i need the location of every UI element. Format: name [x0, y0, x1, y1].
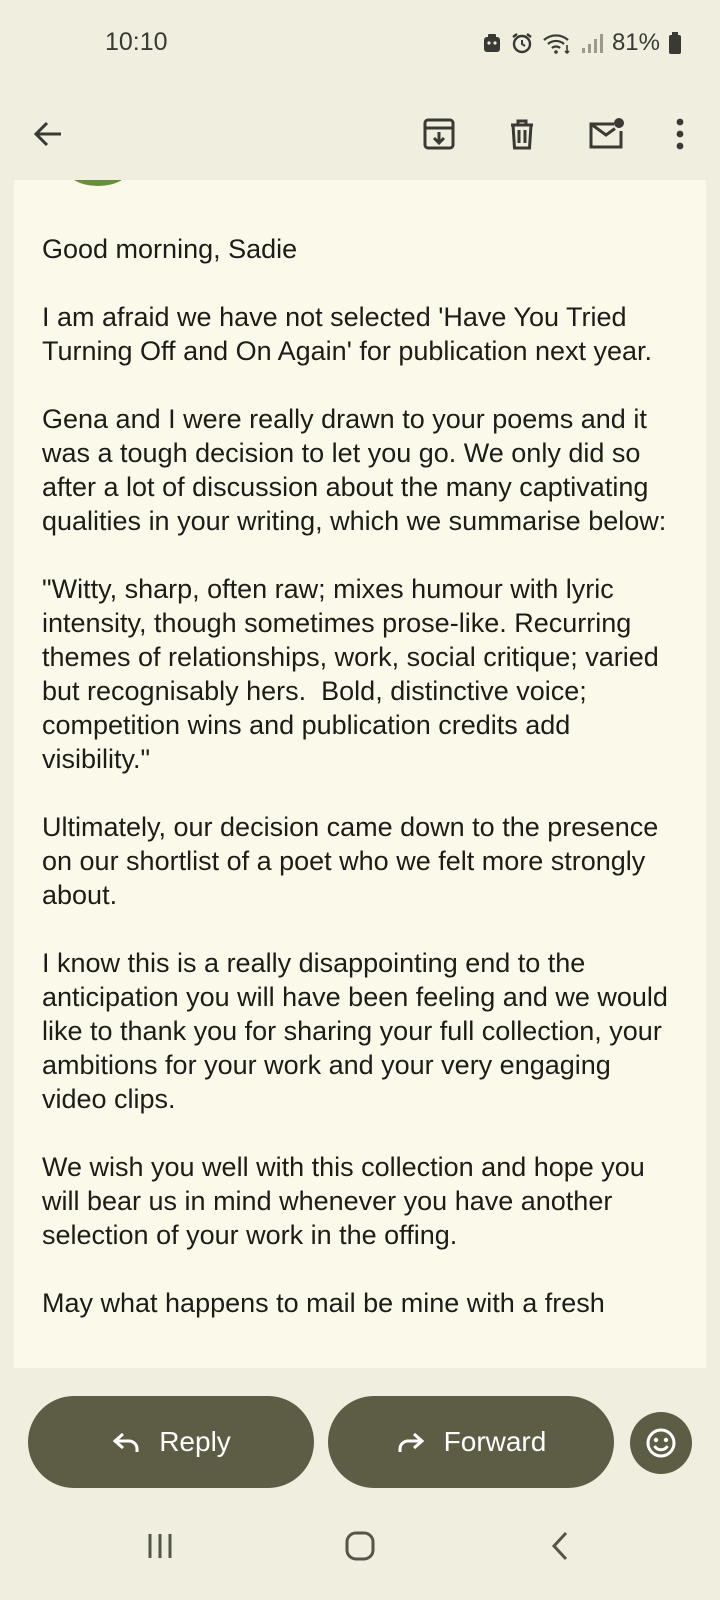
battery-percent: 81%	[611, 29, 660, 56]
status-icons: 81%	[482, 28, 682, 58]
chevron-left-icon	[551, 1531, 568, 1561]
email-content-card: Good morning, Sadie I am afraid we have …	[14, 180, 706, 1368]
email-paragraph: Ultimately, our decision came down to th…	[42, 812, 666, 910]
email-paragraph: I know this is a really disappointing en…	[42, 948, 676, 1114]
email-toolbar	[0, 88, 720, 180]
android-icon	[482, 32, 502, 54]
alarm-icon	[510, 31, 534, 55]
email-paragraph: We wish you well with this collection an…	[42, 1152, 653, 1250]
email-greeting: Good morning, Sadie	[42, 234, 298, 264]
more-options-button[interactable]	[648, 102, 712, 166]
email-paragraph: I am afraid we have not selected 'Have Y…	[42, 302, 653, 366]
home-icon	[345, 1531, 375, 1561]
trash-icon	[511, 119, 533, 150]
reply-icon	[112, 1432, 139, 1452]
battery-icon	[668, 31, 682, 55]
status-bar: 10:10 81%	[0, 0, 720, 88]
home-button[interactable]	[320, 1516, 400, 1576]
recent-apps-icon	[148, 1534, 172, 1558]
arrow-back-icon	[33, 121, 61, 147]
forward-label: Forward	[443, 1426, 547, 1457]
forward-icon	[398, 1432, 424, 1452]
email-paragraph: Gena and I were really drawn to your poe…	[42, 404, 667, 536]
signal-icon	[580, 31, 604, 55]
sender-avatar[interactable]	[66, 180, 130, 186]
status-time: 10:10	[105, 28, 168, 56]
mark-unread-button[interactable]	[574, 102, 638, 166]
email-body: Good morning, Sadie I am afraid we have …	[42, 232, 682, 1354]
archive-button[interactable]	[407, 102, 471, 166]
archive-icon	[423, 118, 455, 150]
delete-button[interactable]	[490, 102, 554, 166]
email-paragraph-cut: May what happens to mail be mine with a …	[42, 1288, 605, 1318]
reply-button[interactable]: Reply	[28, 1396, 314, 1488]
back-button[interactable]	[16, 102, 80, 166]
recent-apps-button[interactable]	[120, 1516, 200, 1576]
wifi-icon	[542, 31, 572, 55]
system-nav-bar	[0, 1498, 720, 1600]
emoji-smile-icon	[646, 1428, 676, 1458]
reply-actions: Reply Forward	[0, 1368, 720, 1498]
mail-unread-icon	[589, 118, 624, 149]
reply-label: Reply	[159, 1426, 231, 1457]
email-quote-paragraph: "Witty, sharp, often raw; mixes humour w…	[42, 574, 667, 774]
more-vert-icon	[676, 118, 684, 150]
emoji-reaction-button[interactable]	[630, 1412, 692, 1474]
forward-button[interactable]: Forward	[328, 1396, 614, 1488]
nav-back-button[interactable]	[520, 1516, 600, 1576]
